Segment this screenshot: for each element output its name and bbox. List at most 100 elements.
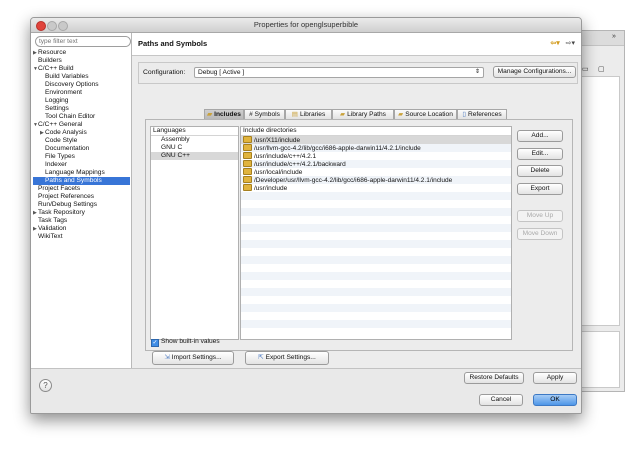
- tree-item-label: WikiText: [38, 233, 63, 240]
- move-down-button[interactable]: Move Down: [517, 228, 563, 240]
- file-icon: ▯: [462, 111, 466, 118]
- tree-item[interactable]: Build Variables: [33, 73, 130, 81]
- include-directory-item[interactable]: /usr/include/c++/4.2.1: [241, 152, 511, 160]
- empty-row: [241, 256, 511, 264]
- include-directory-path: /usr/include/c++/4.2.1/backward: [254, 161, 346, 168]
- export-settings-button[interactable]: ⇱ Export Settings...: [245, 351, 329, 365]
- tree-item[interactable]: Project References: [33, 193, 130, 201]
- tree-item-label: Tool Chain Editor: [45, 113, 96, 120]
- tree-item[interactable]: Environment: [33, 89, 130, 97]
- page-header: Paths and Symbols ⇦▾ ⇨▾: [132, 33, 581, 56]
- overflow-chevron-icon[interactable]: »: [612, 33, 616, 40]
- add-button[interactable]: Add...: [517, 130, 563, 142]
- forward-arrow-icon[interactable]: ⇨▾: [566, 40, 575, 47]
- tree-item[interactable]: ▶Validation: [33, 225, 130, 233]
- select-arrows-icon: ⇕: [474, 69, 480, 75]
- tab-label: Libraries: [299, 111, 326, 118]
- tree-item[interactable]: Project Facets: [33, 185, 130, 193]
- maximize-icon[interactable]: ▢: [598, 65, 605, 73]
- include-directories-list[interactable]: Include directories /usr/X11/include/usr…: [240, 126, 512, 340]
- tree-item[interactable]: ▼C/C++ General: [33, 121, 130, 129]
- ok-button[interactable]: OK: [533, 394, 577, 406]
- tab-label: Includes: [214, 111, 241, 118]
- tree-item-label: Indexer: [45, 161, 67, 168]
- empty-row: [241, 248, 511, 256]
- close-window-button[interactable]: [36, 21, 46, 31]
- library-icon: ▤: [291, 111, 298, 118]
- tab-label: # Symbols: [249, 111, 280, 118]
- tree-item[interactable]: Discovery Options: [33, 81, 130, 89]
- tree-item[interactable]: ▶Resource: [33, 49, 130, 57]
- tree-item-label: Settings: [45, 105, 69, 112]
- empty-row: [241, 280, 511, 288]
- tree-item-label: C/C++ General: [38, 121, 83, 128]
- include-directory-item[interactable]: /usr/local/include: [241, 168, 511, 176]
- cancel-button[interactable]: Cancel: [479, 394, 523, 406]
- include-directories-header: Include directories: [241, 127, 511, 136]
- language-item[interactable]: Assembly: [151, 136, 238, 144]
- tree-item[interactable]: Logging: [33, 97, 130, 105]
- help-icon[interactable]: ?: [39, 379, 52, 392]
- configuration-group: Configuration: Debug [ Active ] ⇕ Manage…: [138, 62, 578, 84]
- tree-item[interactable]: WikiText: [33, 233, 130, 241]
- tree-item[interactable]: Code Style: [33, 137, 130, 145]
- minimize-window-button[interactable]: [47, 21, 57, 31]
- tab-label: Library Paths: [347, 111, 386, 118]
- tree-item[interactable]: ▼C/C++ Build: [33, 65, 130, 73]
- empty-row: [241, 232, 511, 240]
- delete-button[interactable]: Delete: [517, 165, 563, 177]
- tree-item[interactable]: Language Mappings: [33, 169, 130, 177]
- tree-item[interactable]: Tool Chain Editor: [33, 113, 130, 121]
- language-item[interactable]: GNU C: [151, 144, 238, 152]
- tree-item[interactable]: Run/Debug Settings: [33, 201, 130, 209]
- tree-item[interactable]: Indexer: [33, 161, 130, 169]
- empty-row: [241, 320, 511, 328]
- empty-row: [241, 192, 511, 200]
- manage-configurations-button[interactable]: Manage Configurations...: [493, 66, 576, 78]
- tree-item[interactable]: Settings: [33, 105, 130, 113]
- folder-icon: [243, 184, 252, 191]
- tree-item[interactable]: Paths and Symbols: [33, 177, 130, 185]
- tree-item[interactable]: ▶Task Repository: [33, 209, 130, 217]
- import-settings-label: Import Settings...: [171, 354, 222, 361]
- properties-dialog: Properties for openglsuperbible ▶Resourc…: [30, 17, 582, 414]
- languages-header: Languages: [151, 127, 238, 136]
- show-builtin-checkbox[interactable]: ✓ Show built-in values: [151, 338, 220, 347]
- tree-item-label: Logging: [45, 97, 69, 104]
- window-title: Properties for openglsuperbible: [253, 20, 359, 29]
- edit-button[interactable]: Edit...: [517, 148, 563, 160]
- include-directory-path: /usr/include: [254, 185, 288, 192]
- tree-item[interactable]: Builders: [33, 57, 130, 65]
- empty-row: [241, 200, 511, 208]
- page-title: Paths and Symbols: [138, 39, 208, 48]
- import-settings-button[interactable]: ⇲ Import Settings...: [152, 351, 234, 365]
- import-icon: ⇲: [164, 354, 170, 361]
- include-directory-item[interactable]: /usr/llvm-gcc-4.2/lib/gcc/i686-apple-dar…: [241, 144, 511, 152]
- include-directory-item[interactable]: /usr/include: [241, 184, 511, 192]
- folder-icon: [243, 168, 252, 175]
- filter-input[interactable]: [35, 36, 131, 47]
- tree-item[interactable]: ▶Code Analysis: [33, 129, 130, 137]
- restore-defaults-button[interactable]: Restore Defaults: [464, 372, 524, 384]
- languages-list[interactable]: Languages Assembly GNU C GNU C++: [150, 126, 239, 340]
- language-item[interactable]: GNU C++: [151, 152, 238, 160]
- zoom-window-button[interactable]: [58, 21, 68, 31]
- background-panel: [576, 331, 620, 388]
- include-directory-item[interactable]: /Developer/usr/llvm-gcc-4.2/lib/gcc/i686…: [241, 176, 511, 184]
- apply-button[interactable]: Apply: [533, 372, 577, 384]
- export-button[interactable]: Export: [517, 183, 563, 195]
- tree-item[interactable]: File Types: [33, 153, 130, 161]
- configuration-select[interactable]: Debug [ Active ] ⇕: [194, 67, 484, 78]
- include-directory-item[interactable]: /usr/include/c++/4.2.1/backward: [241, 160, 511, 168]
- tree-item[interactable]: Task Tags: [33, 217, 130, 225]
- configuration-label: Configuration:: [143, 69, 186, 76]
- tree-item[interactable]: Documentation: [33, 145, 130, 153]
- tree-item-label: Validation: [38, 225, 67, 232]
- back-arrow-icon[interactable]: ⇦▾: [550, 40, 559, 47]
- move-up-button[interactable]: Move Up: [517, 210, 563, 222]
- export-settings-label: Export Settings...: [265, 354, 316, 361]
- empty-row: [241, 264, 511, 272]
- folder-icon: [243, 152, 252, 159]
- minimize-icon[interactable]: ▭: [582, 65, 589, 73]
- include-directory-item[interactable]: /usr/X11/include: [241, 136, 511, 144]
